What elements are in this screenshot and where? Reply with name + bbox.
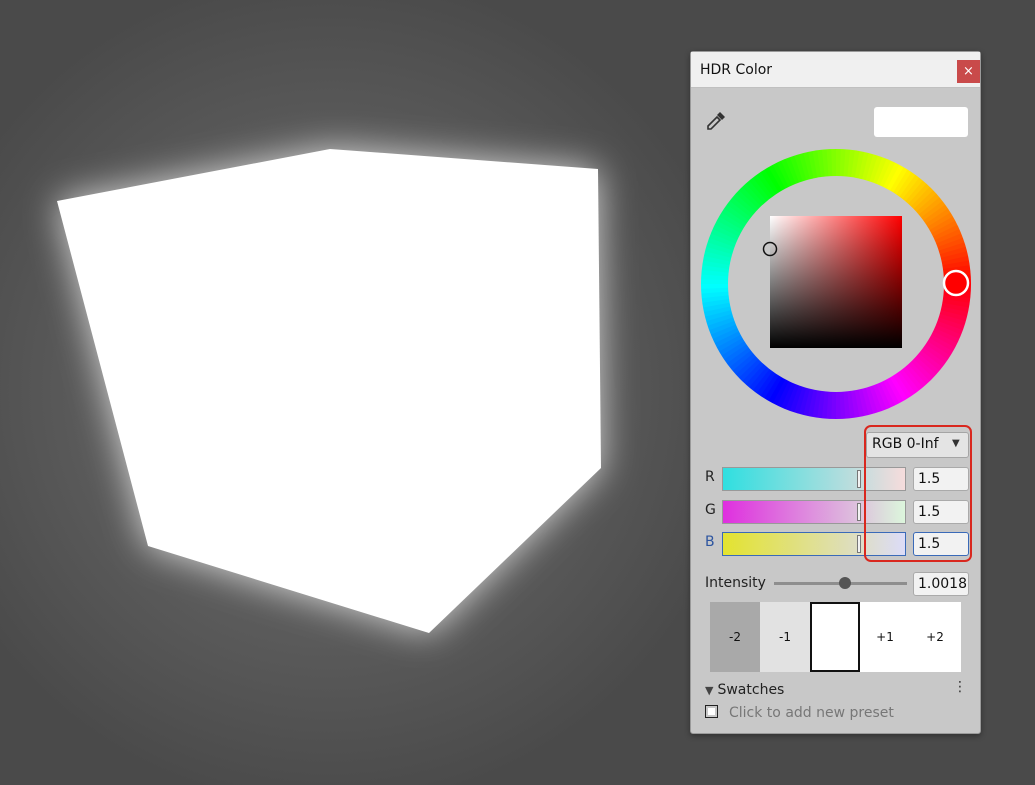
hue-picker-handle[interactable]	[942, 269, 970, 297]
intensity-value-field[interactable]: 1.0018	[913, 572, 969, 596]
close-icon: ×	[963, 64, 974, 79]
exposure-swatch-plus-1[interactable]: +1	[860, 602, 910, 672]
annotation-highlight-box	[864, 425, 972, 562]
swatches-foldout[interactable]: ▼ Swatches	[705, 682, 784, 698]
hdr-color-dialog: HDR Color × RGB 0-Inf ▼ R 1.5 G 1.5 B 1.…	[690, 51, 981, 734]
b-slider-thumb[interactable]	[857, 535, 861, 553]
color-wheel[interactable]	[701, 149, 971, 419]
close-button[interactable]: ×	[957, 60, 980, 83]
channel-label-r: R	[705, 469, 715, 485]
foldout-triangle-icon: ▼	[705, 684, 714, 697]
channel-label-b: B	[705, 534, 715, 550]
intensity-slider[interactable]	[774, 577, 907, 589]
exposure-swatches: -2 -1 +1 +2	[710, 602, 961, 672]
intensity-label: Intensity	[705, 575, 766, 591]
eyedropper-icon[interactable]	[705, 110, 727, 132]
g-slider-thumb[interactable]	[857, 503, 861, 521]
exposure-swatch-minus-2[interactable]: -2	[710, 602, 760, 672]
color-preview	[874, 107, 968, 137]
dialog-titlebar[interactable]: HDR Color ×	[691, 52, 980, 88]
r-slider-thumb[interactable]	[857, 470, 861, 488]
exposure-swatch-minus-1[interactable]: -1	[760, 602, 810, 672]
intensity-slider-knob[interactable]	[839, 577, 851, 589]
exposure-swatch-plus-2[interactable]: +2	[910, 602, 960, 672]
dialog-title: HDR Color	[700, 62, 773, 78]
exposure-swatch-current[interactable]	[810, 602, 860, 672]
swatches-title: Swatches	[717, 682, 785, 698]
more-options-icon[interactable]: ⋮	[953, 679, 967, 695]
add-preset-icon[interactable]	[705, 705, 718, 718]
add-preset-label[interactable]: Click to add new preset	[729, 705, 894, 721]
channel-label-g: G	[705, 502, 716, 518]
